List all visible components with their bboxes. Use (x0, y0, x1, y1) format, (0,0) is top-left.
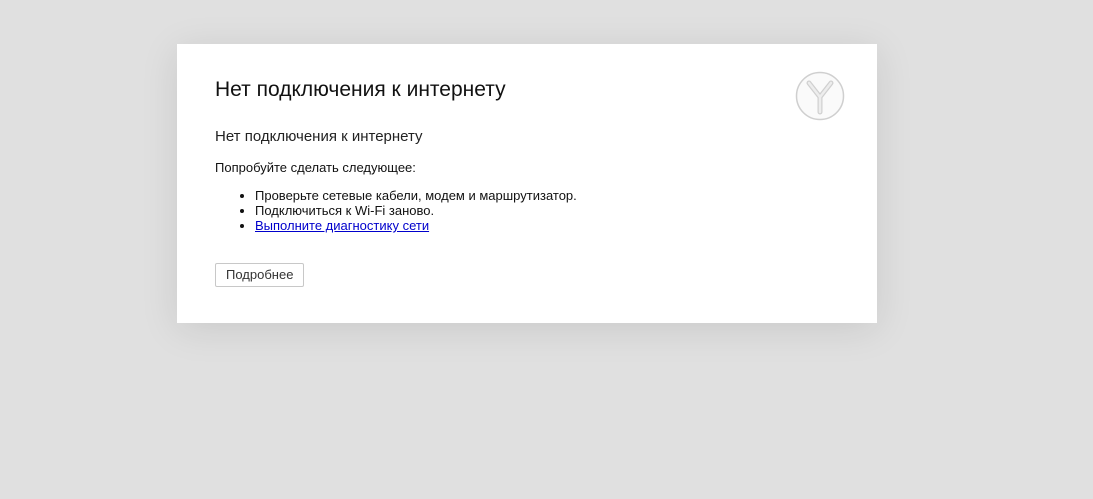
yandex-browser-logo-icon (795, 71, 845, 121)
suggestion-diagnostics: Выполните диагностику сети (255, 218, 577, 233)
suggestions-list: Проверьте сетевые кабели, модем и маршру… (215, 188, 577, 233)
details-button[interactable]: Подробнее (215, 263, 305, 287)
suggestion-reconnect-wifi: Подключиться к Wi-Fi заново. (255, 203, 577, 218)
suggestions-intro: Попробуйте сделать следующее: (215, 160, 416, 175)
suggestion-check-cables: Проверьте сетевые кабели, модем и маршру… (255, 188, 577, 203)
error-card: Нет подключения к интернету Нет подключе… (177, 44, 877, 323)
page-title: Нет подключения к интернету (215, 78, 506, 101)
error-subtitle: Нет подключения к интернету (215, 128, 423, 145)
network-diagnostics-link[interactable]: Выполните диагностику сети (255, 218, 429, 233)
